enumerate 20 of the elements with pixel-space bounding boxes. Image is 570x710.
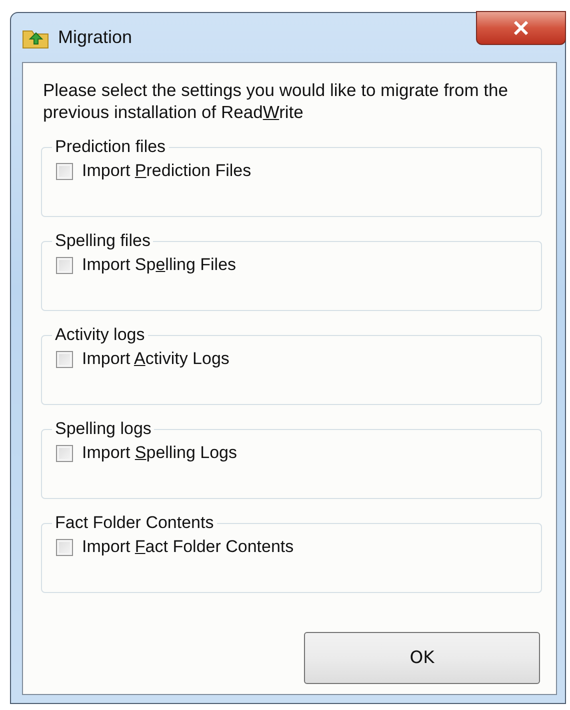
group-title: Spelling logs [54, 419, 152, 439]
checkbox[interactable] [56, 538, 73, 556]
instruction-text: Please select the settings you would like to migrate from the previous installation of ReadWrite [43, 79, 509, 123]
checkbox-label[interactable]: Import Activity Logs [82, 349, 230, 369]
group-title: Activity logs [54, 325, 146, 345]
checkbox-label[interactable]: Import Fact Folder Contents [82, 537, 294, 557]
checkbox[interactable] [56, 350, 73, 368]
group-title: Fact Folder Contents [54, 513, 215, 533]
checkbox[interactable] [56, 256, 73, 274]
close-icon [513, 21, 529, 35]
checkbox-label[interactable]: Import Prediction Files [82, 161, 252, 181]
checkbox-label[interactable]: Import Spelling Files [82, 255, 236, 275]
group-title: Spelling files [54, 231, 152, 251]
checkbox[interactable] [56, 162, 73, 180]
close-button[interactable] [476, 11, 566, 45]
group-title: Prediction files [54, 137, 167, 157]
window-title: Migration [58, 27, 132, 48]
ok-button[interactable]: OK [304, 632, 540, 684]
checkbox-label[interactable]: Import Spelling Logs [82, 443, 237, 463]
checkbox[interactable] [56, 444, 73, 462]
